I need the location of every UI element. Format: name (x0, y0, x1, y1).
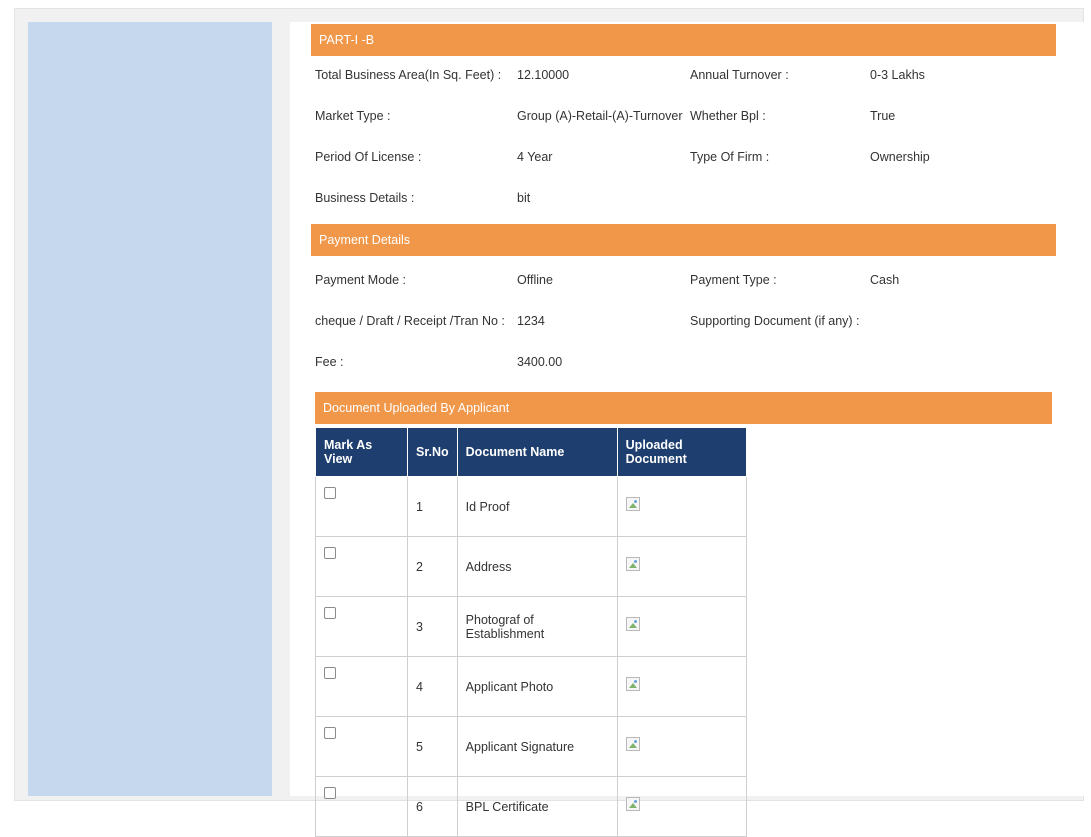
document-name-cell: Address (456, 536, 618, 597)
label-fee: Fee : (315, 355, 344, 369)
documents-table: Mark As View Sr.No Document Name Uploade… (315, 427, 747, 837)
documents-table-header-row: Mark As View Sr.No Document Name Uploade… (315, 427, 747, 477)
value-annual-turnover: 0-3 Lakhs (870, 68, 925, 82)
label-period-of-license: Period Of License : (315, 150, 422, 164)
sr-no-cell: 6 (407, 776, 458, 837)
broken-image-icon[interactable] (625, 497, 640, 512)
col-header-document-name: Document Name (456, 427, 618, 477)
mark-as-view-checkbox[interactable] (324, 727, 336, 739)
uploaded-document-cell (616, 716, 747, 777)
col-header-uploaded-document: Uploaded Document (616, 427, 747, 477)
value-business-details: bit (517, 191, 531, 205)
section-header-payment: Payment Details (311, 224, 1056, 256)
uploaded-document-cell (616, 656, 747, 717)
label-market-type: Market Type : (315, 109, 391, 123)
label-annual-turnover: Annual Turnover : (690, 68, 789, 82)
sr-no-cell: 2 (407, 536, 458, 597)
section-header-part1b: PART-I -B (311, 24, 1056, 56)
label-total-business-area: Total Business Area(In Sq. Feet) : (315, 68, 502, 82)
broken-image-icon[interactable] (625, 797, 640, 812)
value-whether-bpl: True (870, 109, 896, 123)
label-payment-mode: Payment Mode : (315, 273, 407, 287)
col-header-mark-as-view: Mark As View (315, 427, 408, 477)
uploaded-document-cell (616, 596, 747, 657)
value-fee: 3400.00 (517, 355, 563, 369)
mark-as-view-cell (315, 476, 408, 537)
document-name-cell: Id Proof (456, 476, 618, 537)
value-total-business-area: 12.10000 (517, 68, 570, 82)
broken-image-icon[interactable] (625, 617, 640, 632)
document-name-cell: Applicant Signature (456, 716, 618, 777)
mark-as-view-checkbox[interactable] (324, 487, 336, 499)
document-name-cell: Photograf of Establishment (456, 596, 618, 657)
col-header-sr-no: Sr.No (407, 427, 458, 477)
mark-as-view-cell (315, 536, 408, 597)
label-payment-type: Payment Type : (690, 273, 777, 287)
value-payment-mode: Offline (517, 273, 553, 287)
document-name-cell: BPL Certificate (456, 776, 618, 837)
mark-as-view-cell (315, 776, 408, 837)
section-header-documents: Document Uploaded By Applicant (315, 392, 1052, 424)
value-tran-no: 1234 (517, 314, 545, 328)
table-row: 6 BPL Certificate (315, 776, 747, 837)
broken-image-icon[interactable] (625, 677, 640, 692)
broken-image-icon[interactable] (625, 557, 640, 572)
label-whether-bpl: Whether Bpl : (690, 109, 766, 123)
table-row: 3 Photograf of Establishment (315, 596, 747, 657)
mark-as-view-cell (315, 596, 408, 657)
broken-image-icon[interactable] (625, 737, 640, 752)
table-row: 2 Address (315, 536, 747, 597)
sr-no-cell: 5 (407, 716, 458, 777)
table-row: 1 Id Proof (315, 476, 747, 537)
label-type-of-firm: Type Of Firm : (690, 150, 770, 164)
uploaded-document-cell (616, 776, 747, 837)
table-row: 4 Applicant Photo (315, 656, 747, 717)
label-tran-no: cheque / Draft / Receipt /Tran No : (315, 314, 505, 328)
value-period-of-license: 4 Year (517, 150, 553, 164)
table-row: 5 Applicant Signature (315, 716, 747, 777)
mark-as-view-checkbox[interactable] (324, 787, 336, 799)
sr-no-cell: 3 (407, 596, 458, 657)
mark-as-view-cell (315, 656, 408, 717)
uploaded-document-cell (616, 536, 747, 597)
mark-as-view-cell (315, 716, 408, 777)
label-supporting-document: Supporting Document (if any) : (690, 314, 860, 328)
document-name-cell: Applicant Photo (456, 656, 618, 717)
left-sidebar-panel (28, 22, 272, 796)
mark-as-view-checkbox[interactable] (324, 607, 336, 619)
sr-no-cell: 4 (407, 656, 458, 717)
sr-no-cell: 1 (407, 476, 458, 537)
uploaded-document-cell (616, 476, 747, 537)
value-payment-type: Cash (870, 273, 900, 287)
mark-as-view-checkbox[interactable] (324, 547, 336, 559)
value-market-type: Group (A)-Retail-(A)-Turnover (517, 109, 683, 123)
label-business-details: Business Details : (315, 191, 415, 205)
mark-as-view-checkbox[interactable] (324, 667, 336, 679)
value-type-of-firm: Ownership (870, 150, 930, 164)
